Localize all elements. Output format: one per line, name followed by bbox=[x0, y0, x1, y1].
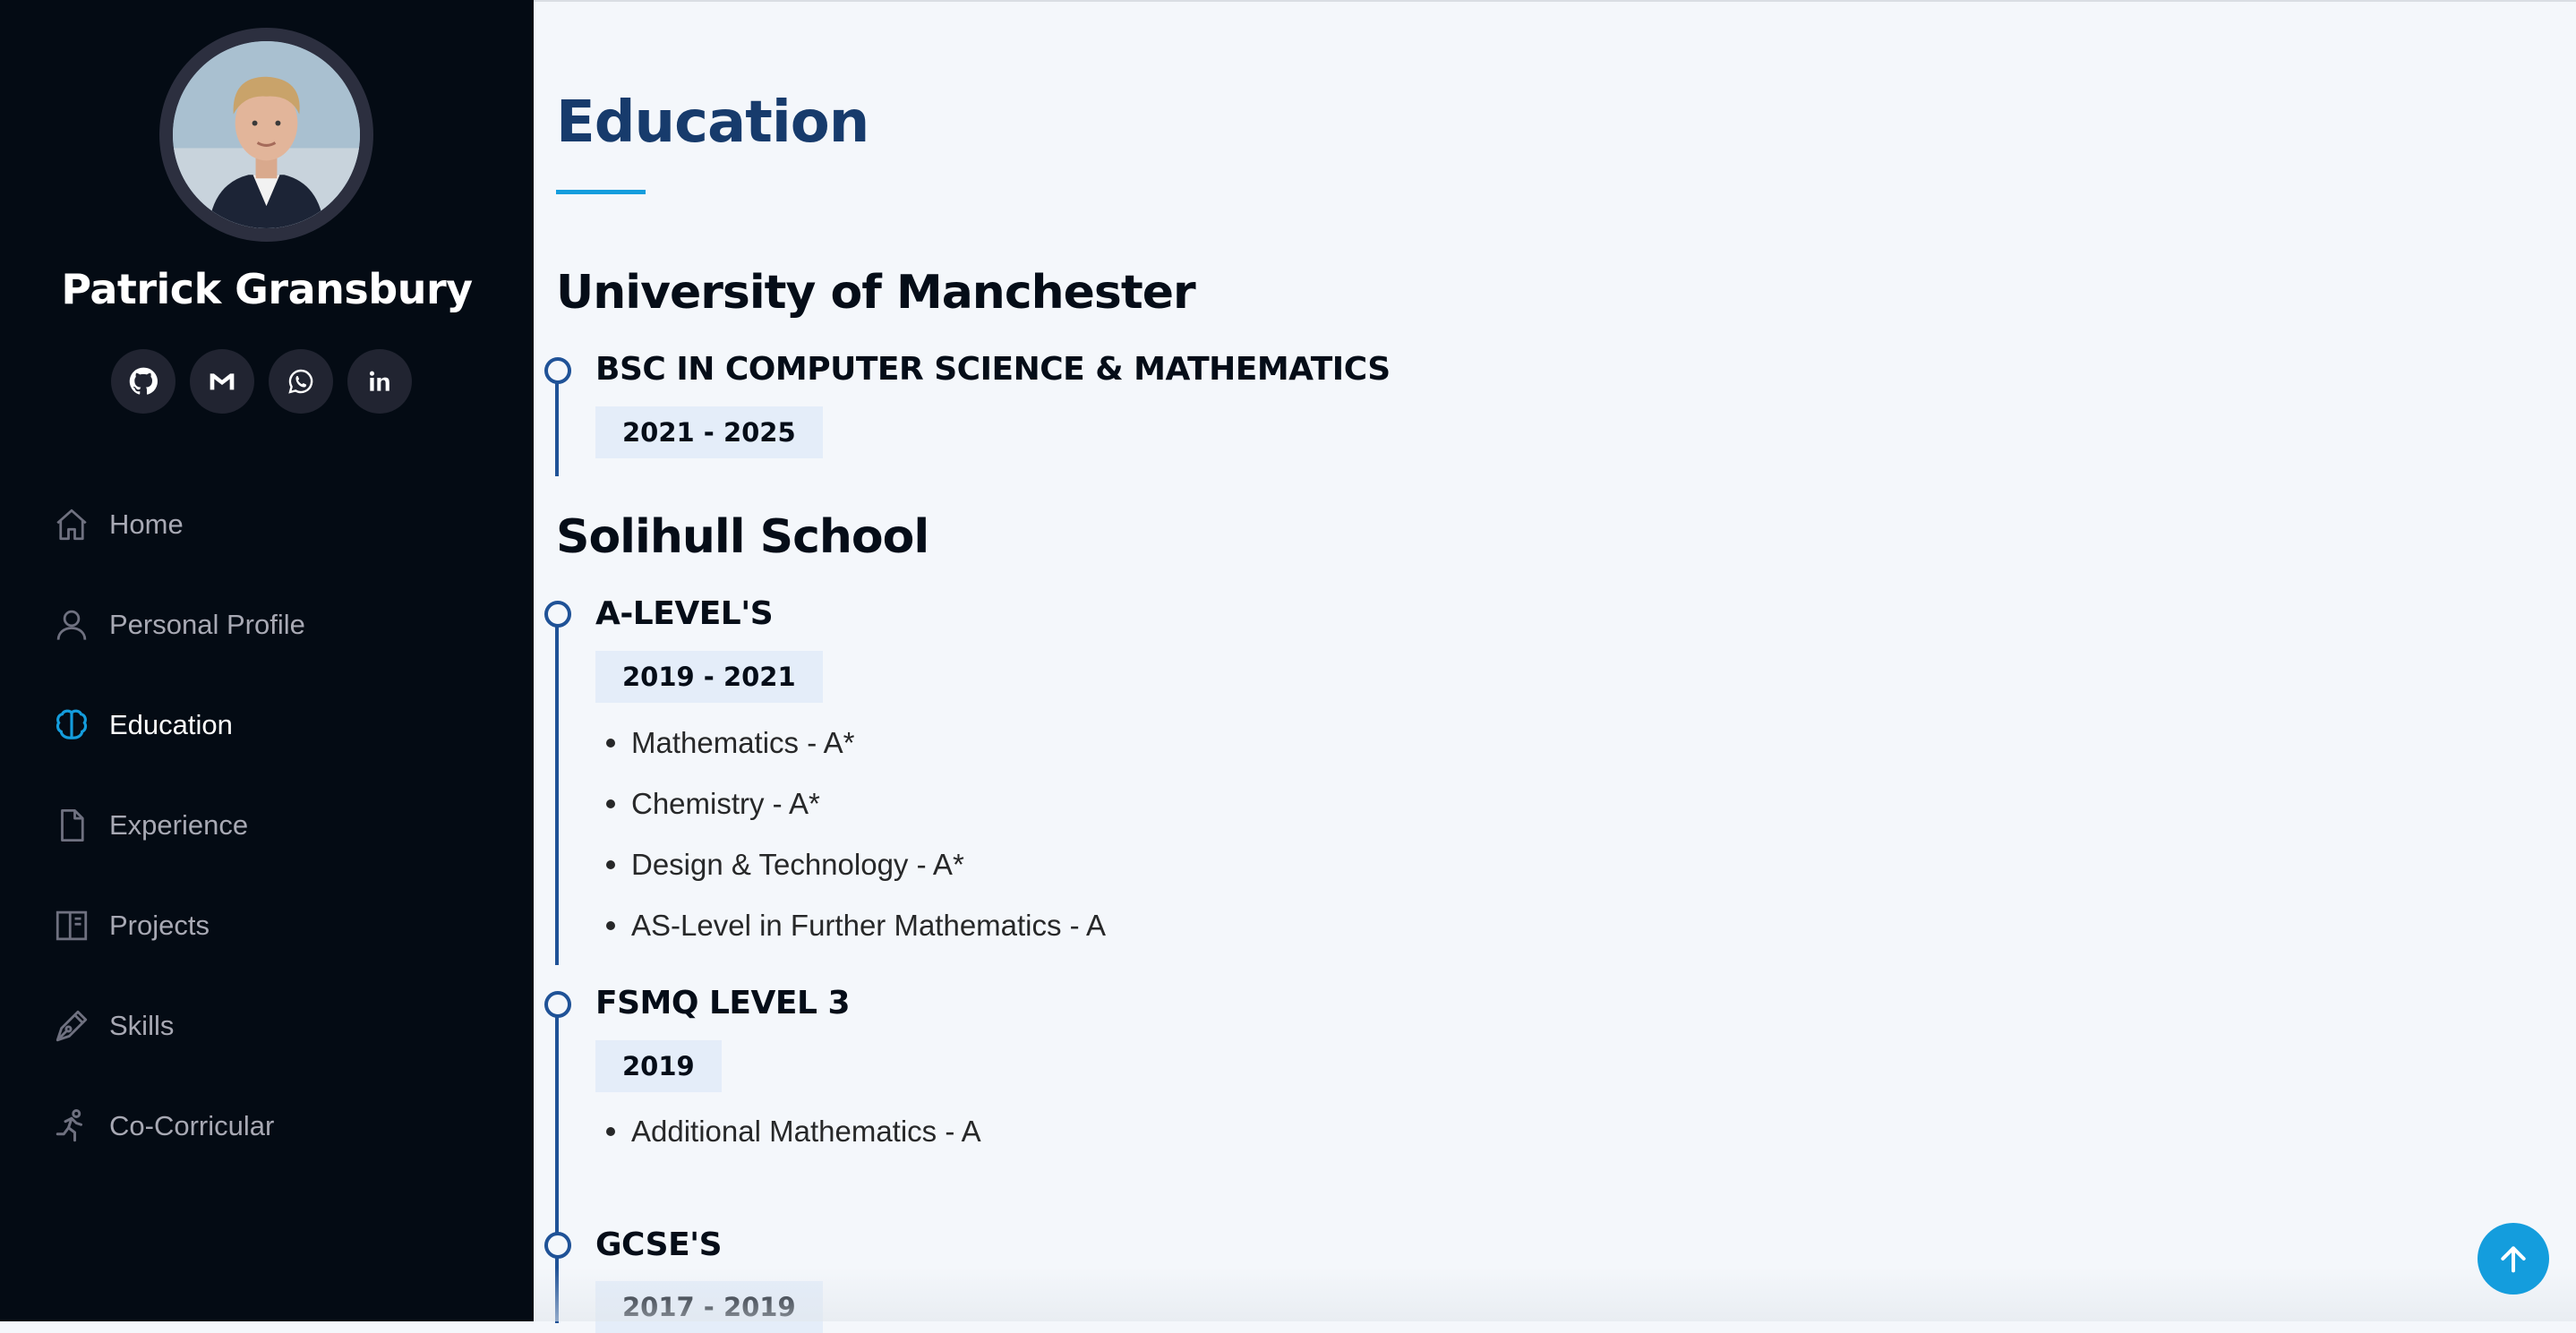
nav-item-skills[interactable]: Skills bbox=[0, 976, 534, 1076]
list-item: Additional Mathematics - A bbox=[595, 1101, 981, 1162]
list-item: Mathematics - A* bbox=[595, 713, 1106, 773]
page-title: Education bbox=[556, 90, 869, 156]
nav-item-experience[interactable]: Experience bbox=[0, 775, 534, 876]
grades-list: Mathematics - A* Chemistry - A* Design &… bbox=[595, 713, 1106, 956]
sidebar: Patrick Gransbury Home Personal Profile bbox=[0, 0, 534, 1321]
timeline-dot bbox=[544, 991, 571, 1018]
nav-item-personal-profile[interactable]: Personal Profile bbox=[0, 575, 534, 675]
github-link[interactable] bbox=[111, 349, 175, 414]
date-badge: 2017 - 2019 bbox=[595, 1281, 823, 1333]
list-item: Chemistry - A* bbox=[595, 773, 1106, 834]
nav-label: Experience bbox=[109, 809, 249, 841]
pen-icon bbox=[52, 1006, 91, 1046]
nav-item-co-curricular[interactable]: Co-Corricular bbox=[0, 1076, 534, 1176]
avatar bbox=[159, 28, 373, 242]
timeline-dot bbox=[544, 1232, 571, 1259]
back-to-top-button[interactable] bbox=[2478, 1223, 2549, 1295]
list-item: Design & Technology - A* bbox=[595, 834, 1106, 895]
home-icon bbox=[52, 505, 91, 544]
timeline-line bbox=[555, 371, 559, 476]
timeline-line bbox=[555, 1004, 559, 1323]
gmail-link[interactable] bbox=[190, 349, 254, 414]
brain-icon bbox=[52, 705, 91, 745]
grades-list: Additional Mathematics - A bbox=[595, 1101, 981, 1162]
sidebar-nav: Home Personal Profile Education Experien… bbox=[0, 474, 534, 1176]
school-name: University of Manchester bbox=[556, 266, 1196, 320]
arrow-up-icon bbox=[2501, 1246, 2526, 1273]
github-icon bbox=[129, 367, 158, 395]
nav-label: Education bbox=[109, 709, 233, 740]
whatsapp-icon bbox=[288, 369, 313, 394]
date-badge: 2019 - 2021 bbox=[595, 651, 823, 703]
timeline-dot bbox=[544, 601, 571, 628]
nav-item-projects[interactable]: Projects bbox=[0, 876, 534, 976]
list-item: AS-Level in Further Mathematics - A bbox=[595, 895, 1106, 956]
file-icon bbox=[52, 806, 91, 845]
runner-icon bbox=[52, 1107, 91, 1146]
nav-label: Skills bbox=[109, 1010, 175, 1041]
timeline-line bbox=[555, 614, 559, 965]
whatsapp-link[interactable] bbox=[269, 349, 333, 414]
main-content: Education University of Manchester BSC I… bbox=[534, 0, 2576, 1333]
linkedin-link[interactable] bbox=[347, 349, 412, 414]
layout-icon bbox=[52, 906, 91, 945]
qualification-title: A-LEVEL'S bbox=[595, 595, 774, 632]
school-name: Solihull School bbox=[556, 510, 929, 564]
social-links bbox=[111, 349, 412, 414]
profile-name: Patrick Gransbury bbox=[61, 265, 473, 313]
nav-label: Personal Profile bbox=[109, 609, 305, 640]
nav-label: Projects bbox=[109, 910, 210, 941]
timeline-dot bbox=[544, 357, 571, 384]
title-underline bbox=[556, 190, 646, 194]
linkedin-icon bbox=[369, 371, 389, 391]
date-badge: 2021 - 2025 bbox=[595, 406, 823, 458]
nav-label: Co-Corricular bbox=[109, 1110, 275, 1141]
nav-label: Home bbox=[109, 508, 184, 540]
qualification-title: BSC IN COMPUTER SCIENCE & MATHEMATICS bbox=[595, 351, 1391, 388]
qualification-title: GCSE'S bbox=[595, 1226, 723, 1263]
nav-item-home[interactable]: Home bbox=[0, 474, 534, 575]
gmail-icon bbox=[210, 373, 235, 390]
nav-item-education[interactable]: Education bbox=[0, 675, 534, 775]
date-badge: 2019 bbox=[595, 1040, 722, 1092]
qualification-title: FSMQ LEVEL 3 bbox=[595, 985, 851, 1021]
person-icon bbox=[52, 605, 91, 645]
